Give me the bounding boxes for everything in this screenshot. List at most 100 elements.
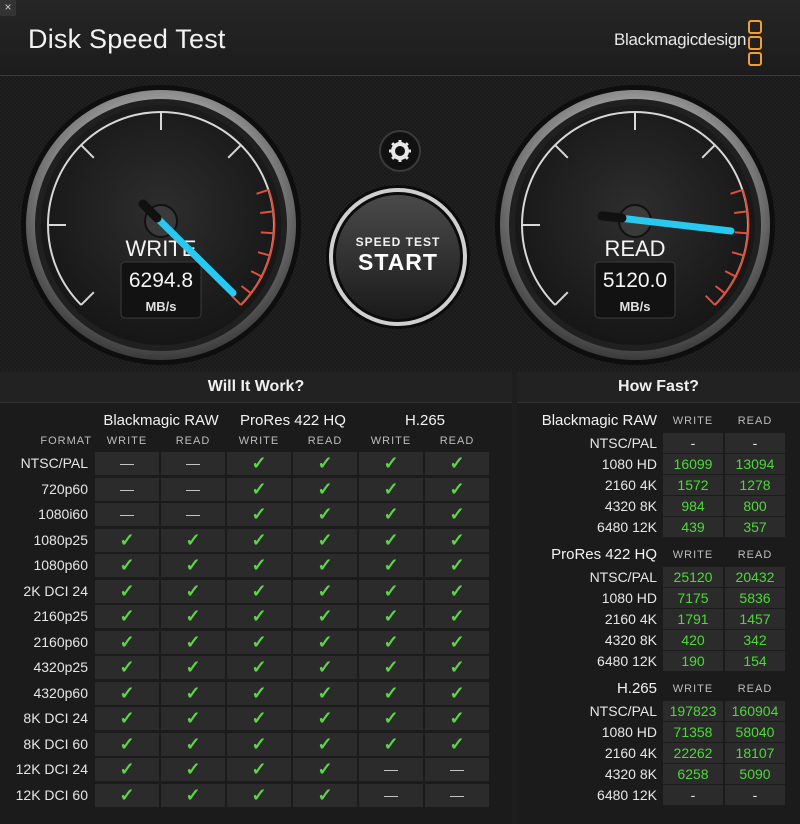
checkmark-icon: ✓	[449, 708, 465, 728]
checkmark-icon: ✓	[119, 529, 135, 550]
checkmark-icon: ✓	[383, 631, 399, 652]
checkmark-icon: ✓	[251, 784, 267, 805]
hf-write-cell: 420	[663, 630, 723, 650]
checkmark-icon: ✓	[119, 784, 135, 805]
wiw-codec-header: H.265	[404, 412, 446, 429]
wiw-cell: ✓	[161, 579, 225, 603]
checkmark-icon: ✓	[317, 708, 333, 728]
wiw-cell: ✓	[425, 605, 489, 628]
hf-write-header: WRITE	[672, 415, 714, 427]
wiw-subcol-header: READ	[307, 435, 343, 447]
will-it-work-title: Will It Work?	[0, 372, 512, 403]
wiw-cell: ✓	[425, 452, 489, 475]
dash-icon: —	[120, 455, 134, 471]
wiw-cell: ✓	[161, 528, 225, 552]
checkmark-icon: ✓	[119, 708, 135, 728]
wiw-cell: —	[425, 783, 489, 807]
hf-write-value: -	[690, 787, 696, 803]
dash-icon: —	[384, 786, 398, 803]
hf-write-cell: 1572	[663, 475, 723, 495]
dash-icon: —	[186, 480, 200, 497]
hf-row-format: 1080 HD	[601, 456, 657, 472]
hf-row-format: NTSC/PAL	[589, 703, 657, 719]
wiw-cell: —	[359, 783, 423, 807]
checkmark-icon: ✓	[185, 657, 201, 677]
settings-button[interactable]	[379, 130, 421, 172]
start-button[interactable]: SPEED TEST START	[326, 185, 470, 329]
wiw-cell: ✓	[227, 758, 291, 781]
wiw-cell: ✓	[227, 579, 291, 603]
wiw-cell: ✓	[425, 579, 489, 603]
hf-read-value: 342	[743, 632, 767, 648]
wiw-cell: ✓	[227, 528, 291, 552]
wiw-cell: —	[161, 503, 225, 526]
checkmark-icon: ✓	[383, 555, 399, 575]
hf-write-value: -	[690, 435, 696, 451]
hf-write-value: 7175	[677, 590, 709, 606]
wiw-cell: —	[359, 758, 423, 781]
wiw-cell: ✓	[161, 605, 225, 628]
wiw-row-format: 4320p60	[33, 684, 88, 701]
wiw-cell: ✓	[359, 656, 423, 679]
hf-write-cell: 22262	[663, 743, 723, 763]
wiw-cell: ✓	[161, 630, 225, 654]
checkmark-icon: ✓	[317, 784, 333, 805]
hf-read-value: 13094	[735, 456, 775, 472]
wiw-cell: ✓	[95, 605, 159, 628]
hf-codec-header: ProRes 422 HQ	[551, 546, 657, 563]
close-icon[interactable]: ×	[0, 0, 16, 16]
wiw-cell: ✓	[425, 681, 489, 705]
checkmark-icon: ✓	[317, 606, 333, 626]
hf-read-value: 1278	[739, 477, 771, 493]
hf-write-value: 16099	[673, 456, 713, 472]
how-fast-panel: How Fast? Blackmagic RAW WRITE READ NTSC/PA…	[517, 372, 800, 824]
checkmark-icon: ✓	[317, 631, 333, 652]
checkmark-icon: ✓	[383, 504, 399, 524]
checkmark-icon: ✓	[317, 657, 333, 677]
hf-write-header: WRITE	[672, 549, 714, 561]
checkmark-icon: ✓	[383, 708, 399, 728]
hf-write-cell: -	[663, 433, 723, 453]
checkmark-icon: ✓	[119, 631, 135, 652]
wiw-cell: ✓	[227, 732, 291, 756]
hf-read-cell: 5836	[725, 588, 785, 608]
wiw-cell: ✓	[425, 732, 489, 756]
checkmark-icon: ✓	[185, 708, 201, 728]
wiw-cell: ✓	[95, 579, 159, 603]
read-gauge: READ 5120.0 MB/s	[495, 85, 775, 365]
checkmark-icon: ✓	[317, 759, 333, 779]
hf-read-value: 160904	[731, 703, 779, 719]
hf-read-value: 800	[743, 498, 767, 514]
wiw-cell: ✓	[293, 579, 357, 603]
wiw-cell: ✓	[293, 503, 357, 526]
checkmark-icon: ✓	[251, 759, 267, 779]
checkmark-icon: ✓	[383, 606, 399, 626]
dash-icon: —	[384, 761, 398, 777]
checkmark-icon: ✓	[185, 682, 201, 703]
wiw-cell: ✓	[95, 681, 159, 705]
hf-read-header: READ	[737, 415, 773, 427]
wiw-row-format: 12K DCI 60	[15, 786, 88, 803]
wiw-cell: ✓	[227, 477, 291, 501]
wiw-cell: ✓	[227, 554, 291, 577]
hf-row-format: 4320 8K	[604, 498, 657, 514]
hf-read-cell: 160904	[725, 701, 785, 721]
wiw-cell: ✓	[425, 503, 489, 526]
checkmark-icon: ✓	[449, 453, 465, 473]
wiw-cell: ✓	[293, 528, 357, 552]
hf-read-cell: 13094	[725, 454, 785, 474]
wiw-cell: ✓	[425, 528, 489, 552]
hf-write-cell: 6258	[663, 764, 723, 784]
wiw-cell: —	[161, 452, 225, 475]
hf-row-format: 6480 12K	[597, 787, 657, 803]
checkmark-icon: ✓	[317, 580, 333, 601]
checkmark-icon: ✓	[449, 529, 465, 550]
start-button-label: START	[358, 249, 438, 275]
hf-read-cell: 342	[725, 630, 785, 650]
checkmark-icon: ✓	[251, 657, 267, 677]
checkmark-icon: ✓	[251, 733, 267, 754]
checkmark-icon: ✓	[251, 631, 267, 652]
dash-icon: —	[186, 506, 200, 522]
hf-read-value: 154	[743, 653, 767, 669]
read-gauge-label: READ	[604, 236, 665, 261]
